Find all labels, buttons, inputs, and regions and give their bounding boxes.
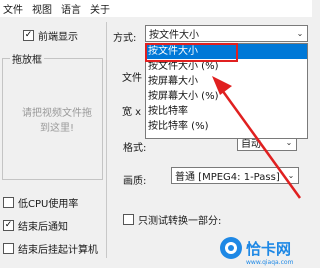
notify-row[interactable]: ✓ 结束后通知 bbox=[3, 218, 68, 233]
low-cpu-checkbox[interactable] bbox=[3, 197, 14, 208]
drop-hint-text: 请把视频文件拖到这里! bbox=[22, 108, 92, 134]
notify-label: 结束后通知 bbox=[18, 222, 68, 233]
watermark-brand: 恰卡网 bbox=[246, 240, 291, 258]
low-cpu-label: 低CPU使用率 bbox=[18, 199, 79, 210]
menu-bar: 文件 视图 语言 关于 bbox=[0, 0, 312, 17]
menu-item-file[interactable]: 文件 bbox=[3, 1, 23, 16]
foreground-label: 前端显示 bbox=[38, 32, 78, 43]
mode-select[interactable]: 按文件大小 ⌄ bbox=[145, 25, 308, 42]
mode-label: 方式: bbox=[113, 33, 137, 44]
notify-checkbox[interactable]: ✓ bbox=[3, 220, 14, 231]
shutdown-row[interactable]: 结束后挂起计算机 bbox=[3, 241, 98, 256]
panel-divider bbox=[106, 22, 107, 258]
shutdown-label: 结束后挂起计算机 bbox=[18, 245, 98, 256]
foreground-checkbox-row[interactable]: ✓ 前端显示 bbox=[23, 28, 78, 43]
mode-select-value: 按文件大小 bbox=[149, 30, 199, 41]
test-part-checkbox[interactable] bbox=[123, 214, 134, 225]
file-label: 文件 bbox=[122, 73, 142, 84]
quality-label: 画质: bbox=[123, 176, 147, 187]
watermark-logo: 恰卡网 www.qiaqa.com bbox=[216, 234, 312, 268]
menu-item-language[interactable]: 语言 bbox=[61, 1, 81, 16]
menu-item-about[interactable]: 关于 bbox=[90, 1, 110, 16]
format-label: 格式: bbox=[123, 143, 147, 154]
width-label: 宽 x bbox=[122, 107, 142, 118]
test-part-label: 只测试转换一部分: bbox=[138, 216, 222, 227]
shutdown-checkbox[interactable] bbox=[3, 243, 14, 254]
watermark-domain: www.qiaqa.com bbox=[246, 259, 294, 266]
low-cpu-row[interactable]: 低CPU使用率 bbox=[3, 195, 78, 210]
test-part-row[interactable]: 只测试转换一部分: bbox=[123, 212, 221, 227]
foreground-checkbox[interactable]: ✓ bbox=[23, 30, 34, 41]
menu-item-view[interactable]: 视图 bbox=[32, 1, 52, 16]
chevron-down-icon[interactable]: ⌄ bbox=[293, 29, 307, 38]
annotation-arrow-icon bbox=[212, 76, 302, 199]
drag-box-title: 拖放框 bbox=[10, 51, 44, 66]
